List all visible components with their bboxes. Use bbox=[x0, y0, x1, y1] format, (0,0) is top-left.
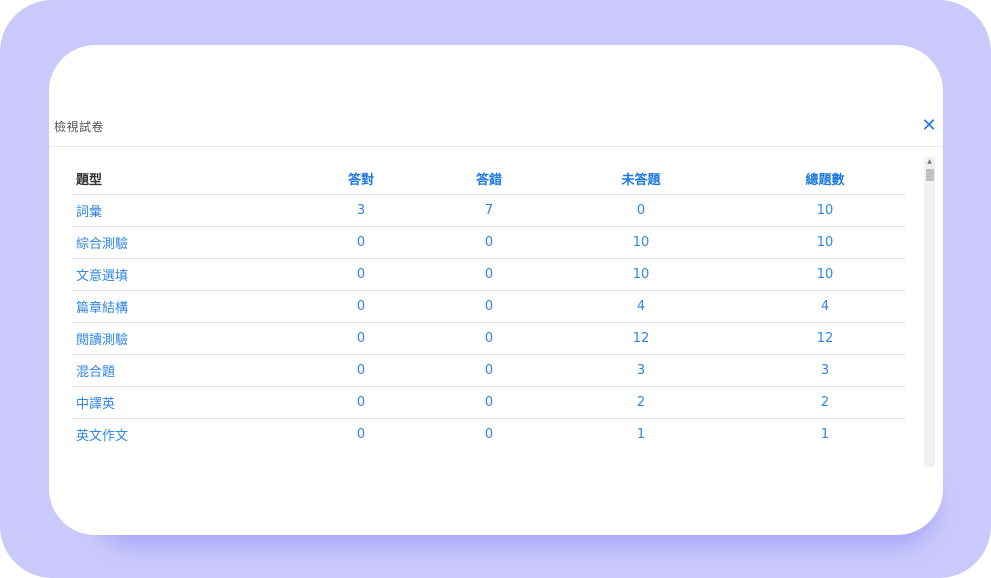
cell-total: 12 bbox=[744, 322, 906, 355]
scrollbar-thumb[interactable] bbox=[926, 169, 934, 181]
cell-wrong: 0 bbox=[440, 290, 538, 323]
cell-total: 10 bbox=[744, 258, 906, 291]
cell-question-type[interactable]: 篇章結構 bbox=[72, 290, 282, 323]
table-header-row: 題型 答對 答錯 未答題 總題數 bbox=[72, 163, 906, 195]
cell-total: 10 bbox=[744, 226, 906, 259]
table-row: 中譯英 0 0 2 2 bbox=[72, 386, 906, 419]
table-row: 閱讀測驗 0 0 12 12 bbox=[72, 322, 906, 355]
header-question-type: 題型 bbox=[72, 163, 282, 195]
cell-unanswered: 2 bbox=[538, 386, 744, 419]
cell-wrong: 0 bbox=[440, 386, 538, 419]
cell-unanswered: 1 bbox=[636, 427, 646, 442]
vertical-scrollbar[interactable]: ▲ bbox=[924, 157, 935, 467]
table-row: 詞彙 3 7 0 10 bbox=[72, 194, 906, 227]
results-table: 題型 答對 答錯 未答題 總題數 詞彙 3 7 0 10 綜合測驗 0 0 10… bbox=[72, 163, 906, 450]
cell-unanswered: 10 bbox=[538, 258, 744, 291]
cell-correct: 0 bbox=[356, 427, 366, 442]
cell-total: 2 bbox=[744, 386, 906, 419]
cell-correct: 0 bbox=[282, 226, 440, 259]
cell-total: 3 bbox=[744, 354, 906, 387]
header-unanswered: 未答題 bbox=[538, 163, 744, 195]
cell-question-type[interactable]: 文意選填 bbox=[72, 258, 282, 291]
dialog: 檢視試卷 ✕ 題型 答對 答錯 未答題 總題數 詞彙 3 7 0 10 綜合測驗… bbox=[49, 45, 943, 535]
cell-wrong: 7 bbox=[440, 194, 538, 227]
cell-unanswered: 3 bbox=[538, 354, 744, 387]
cell-question-type[interactable]: 詞彙 bbox=[72, 194, 282, 227]
cell-wrong: 0 bbox=[440, 258, 538, 291]
header-wrong: 答錯 bbox=[440, 163, 538, 195]
dialog-title: 檢視試卷 bbox=[54, 120, 105, 134]
table-row: 混合題 0 0 3 3 bbox=[72, 354, 906, 387]
cell-total: 4 bbox=[744, 290, 906, 323]
table-row: 綜合測驗 0 0 10 10 bbox=[72, 226, 906, 259]
cell-correct: 0 bbox=[282, 258, 440, 291]
cell-correct: 0 bbox=[282, 322, 440, 355]
cell-wrong: 0 bbox=[440, 354, 538, 387]
cell-wrong: 0 bbox=[484, 427, 494, 442]
table-row: 文意選填 0 0 10 10 bbox=[72, 258, 906, 291]
table-row: 英文作文 0 0 1 1 bbox=[72, 419, 906, 451]
header-total: 總題數 bbox=[744, 163, 906, 195]
cell-total: 10 bbox=[744, 194, 906, 227]
cell-question-type[interactable]: 閱讀測驗 bbox=[72, 322, 282, 355]
table-row: 篇章結構 0 0 4 4 bbox=[72, 290, 906, 323]
divider bbox=[49, 146, 943, 147]
cell-question-type[interactable]: 中譯英 bbox=[72, 386, 282, 419]
cell-correct: 0 bbox=[282, 386, 440, 419]
header-correct: 答對 bbox=[282, 163, 440, 195]
cell-unanswered: 10 bbox=[538, 226, 744, 259]
cell-question-type[interactable]: 混合題 bbox=[72, 354, 282, 387]
cell-unanswered: 0 bbox=[538, 194, 744, 227]
cell-correct: 0 bbox=[282, 290, 440, 323]
cell-question-type[interactable]: 英文作文 bbox=[72, 419, 282, 451]
cell-correct: 3 bbox=[282, 194, 440, 227]
cell-unanswered: 4 bbox=[538, 290, 744, 323]
scroll-up-arrow-icon[interactable]: ▲ bbox=[924, 157, 935, 167]
cell-correct: 0 bbox=[282, 354, 440, 387]
cell-wrong: 0 bbox=[440, 226, 538, 259]
cell-question-type[interactable]: 綜合測驗 bbox=[72, 226, 282, 259]
cell-unanswered: 12 bbox=[538, 322, 744, 355]
cell-total: 1 bbox=[820, 427, 830, 442]
close-icon[interactable]: ✕ bbox=[920, 117, 938, 135]
results-table-container: 題型 答對 答錯 未答題 總題數 詞彙 3 7 0 10 綜合測驗 0 0 10… bbox=[72, 163, 906, 450]
cell-wrong: 0 bbox=[440, 322, 538, 355]
